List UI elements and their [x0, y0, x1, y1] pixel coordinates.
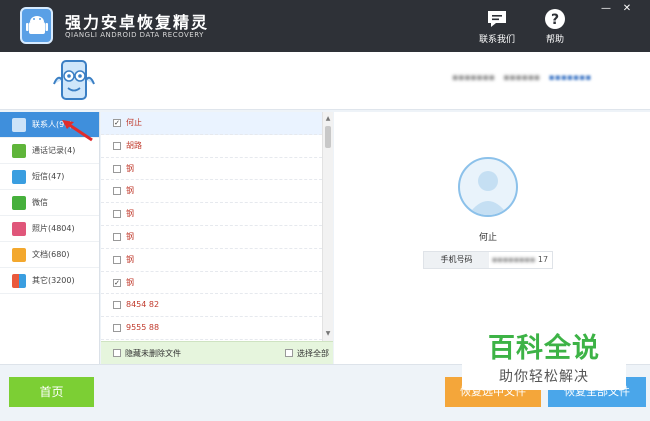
contact-name: 9555 88	[126, 323, 160, 333]
list-item[interactable]: 9555 88	[101, 317, 332, 340]
contact-name: 钢	[126, 277, 134, 287]
sidebar-item-label: 通话记录(4)	[32, 146, 76, 155]
select-all-checkbox[interactable]	[285, 349, 293, 357]
home-button[interactable]: 首页	[9, 377, 94, 407]
sidebar-item-label: 微信	[32, 198, 48, 207]
list-item[interactable]: 钢	[101, 158, 332, 181]
document-icon	[12, 248, 26, 262]
row-checkbox[interactable]	[113, 164, 121, 173]
row-checkbox[interactable]: ✓	[113, 119, 121, 127]
contact-name: 8454 82	[126, 300, 160, 310]
hide-undeleted-label: 隐藏未删除文件	[125, 349, 181, 358]
app-subtitle: QIANGLI ANDROID DATA RECOVERY	[65, 31, 204, 39]
list-item[interactable]: 8454 82	[101, 294, 332, 318]
sidebar-item-wechat[interactable]: 微信	[0, 190, 99, 216]
list-item[interactable]: 钢	[101, 226, 332, 249]
minimize-button[interactable]: —	[599, 3, 613, 15]
list-item[interactable]: ✓ 钢	[101, 272, 332, 295]
annotation-arrow-icon	[62, 120, 93, 142]
list-footer: 隐藏未删除文件 选择全部	[101, 341, 333, 364]
sidebar-item-label: 其它(3200)	[32, 276, 75, 285]
list-item[interactable]: 钢	[101, 203, 332, 226]
watermark: 百科全说 助你轻松解决	[462, 318, 626, 390]
contacts-icon	[12, 118, 26, 132]
row-checkbox[interactable]: ✓	[113, 278, 121, 287]
contact-name: 胡路	[126, 140, 142, 150]
contact-name: 钢	[126, 231, 134, 241]
other-icon	[12, 274, 26, 288]
app-logo-icon	[20, 7, 53, 44]
avatar	[458, 157, 518, 217]
sidebar-item-label: 短信(47)	[32, 172, 65, 181]
device-model: ▪▪▪▪▪▪▪	[452, 73, 495, 83]
contact-name: 钢	[126, 163, 134, 173]
help-button[interactable]: ? 帮助	[530, 8, 580, 48]
device-banner: ▪▪▪▪▪▪▪ ▪▪▪▪▪▪ ▪▪▪▪▪▪▪	[0, 52, 650, 110]
phone-icon	[12, 144, 26, 158]
wechat-icon	[12, 196, 26, 210]
phone-masked: ▪▪▪▪▪▪▪▪	[492, 255, 536, 264]
device-info: ▪▪▪▪▪▪▪ ▪▪▪▪▪▪ ▪▪▪▪▪▪▪	[452, 73, 591, 83]
list-item[interactable]: ✓ 何止	[101, 112, 332, 135]
contact-name: 钢	[126, 209, 134, 219]
contact-name: 钢	[126, 186, 134, 196]
title-bar: 强力安卓恢复精灵 QIANGLI ANDROID DATA RECOVERY 联…	[0, 0, 650, 52]
row-checkbox[interactable]	[113, 187, 121, 196]
row-checkbox[interactable]	[113, 301, 121, 310]
user-silhouette-icon	[468, 171, 508, 215]
list-item[interactable]: 钢	[101, 249, 332, 272]
sidebar-item-photos[interactable]: 照片(4804)	[0, 216, 99, 242]
list-item[interactable]: 钢	[101, 180, 332, 204]
sidebar-item-sms[interactable]: 短信(47)	[0, 164, 99, 190]
phone-value: ▪▪▪▪▪▪▪▪ 17	[492, 252, 548, 268]
help-icon: ?	[545, 9, 565, 29]
phone-label: 手机号码	[424, 252, 489, 268]
hide-undeleted-option[interactable]: 隐藏未删除文件	[113, 348, 181, 359]
contact-list: ✓ 何止 胡路 钢 钢 钢 钢 钢 ✓ 钢 8454 82 9555 88	[101, 112, 333, 341]
chat-icon	[488, 11, 506, 27]
sidebar-item-label: 照片(4804)	[32, 224, 75, 233]
row-checkbox[interactable]	[113, 141, 121, 150]
sidebar-item-other[interactable]: 其它(3200)	[0, 268, 99, 294]
contact-name: 钢	[126, 254, 134, 264]
phone-row: 手机号码 ▪▪▪▪▪▪▪▪ 17	[423, 251, 553, 269]
sidebar-item-documents[interactable]: 文档(680)	[0, 242, 99, 268]
sms-icon	[12, 170, 26, 184]
scroll-down-icon[interactable]: ▼	[323, 329, 333, 339]
contact-us-button[interactable]: 联系我们	[472, 8, 522, 48]
phone-suffix: 17	[537, 255, 549, 264]
scroll-thumb[interactable]	[325, 126, 331, 148]
select-all-option[interactable]: 选择全部	[285, 348, 329, 359]
category-sidebar: 联系人(96) 通话记录(4) 短信(47) 微信 照片(4804) 文档(68…	[0, 112, 100, 364]
contact-name: 何止	[126, 118, 142, 127]
list-scrollbar[interactable]: ▲ ▼	[322, 112, 333, 341]
hide-undeleted-checkbox[interactable]	[113, 349, 121, 357]
app-title: 强力安卓恢复精灵	[65, 13, 210, 32]
svg-text:?: ?	[551, 12, 559, 28]
row-checkbox[interactable]	[113, 232, 121, 241]
scroll-up-icon[interactable]: ▲	[323, 114, 333, 124]
watermark-subtitle: 助你轻松解决	[499, 369, 589, 385]
sidebar-item-label: 文档(680)	[32, 250, 70, 259]
detail-contact-name: 何止	[478, 233, 497, 243]
phone-mascot-icon	[53, 60, 95, 100]
watermark-title: 百科全说	[488, 333, 600, 364]
device-serial: ▪▪▪▪▪▪	[503, 73, 540, 83]
row-checkbox[interactable]	[113, 324, 121, 333]
photo-icon	[12, 222, 26, 236]
help-label: 帮助	[545, 35, 564, 45]
row-checkbox[interactable]	[113, 255, 121, 264]
list-item[interactable]: 胡路	[101, 135, 332, 158]
close-button[interactable]: ✕	[620, 3, 634, 15]
contact-us-label: 联系我们	[478, 35, 515, 45]
row-checkbox[interactable]	[113, 210, 121, 219]
device-link[interactable]: ▪▪▪▪▪▪▪	[549, 73, 592, 83]
